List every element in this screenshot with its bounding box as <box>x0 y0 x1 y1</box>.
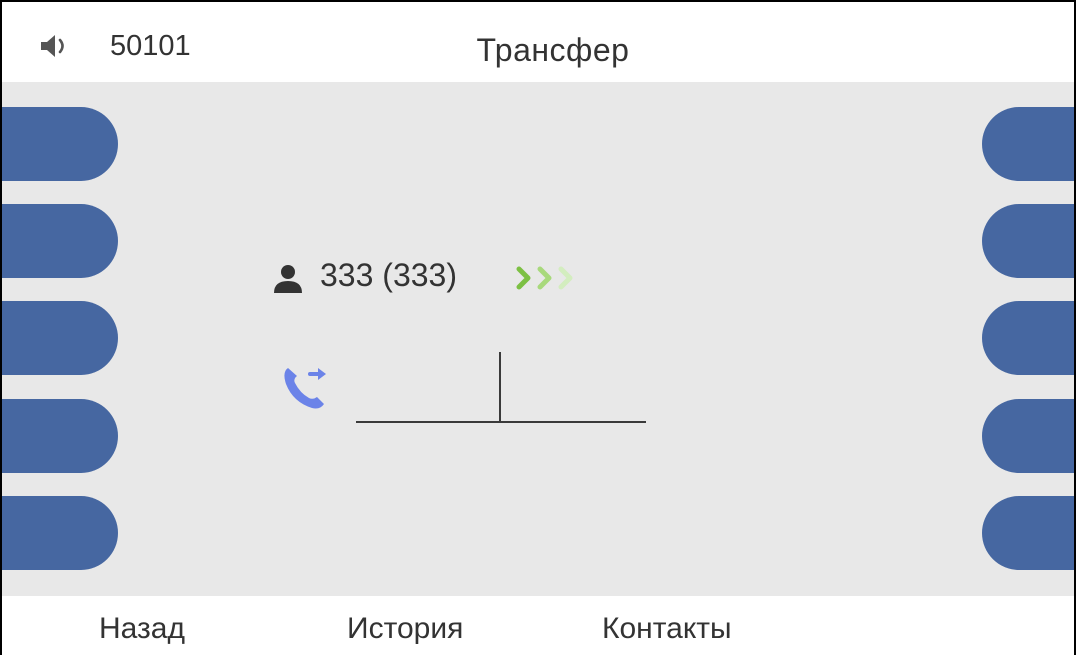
line-key-left-2[interactable] <box>2 204 118 278</box>
back-softkey[interactable]: Назад <box>99 612 185 646</box>
page-title: Трансфер <box>476 32 630 68</box>
line-key-left-1[interactable] <box>2 107 118 181</box>
line-key-right-4[interactable] <box>982 399 1074 473</box>
call-transfer-icon <box>284 368 326 409</box>
line-key-left-5[interactable] <box>2 496 118 570</box>
line-key-left-3[interactable] <box>2 301 118 375</box>
contact-name: 333 (333) <box>320 257 457 293</box>
status-bar: 50101 Трансфер <box>2 2 1074 82</box>
main-area: 333 (333) <box>2 82 1074 596</box>
softkey-bar: Назад История Контакты <box>2 596 1074 655</box>
contacts-softkey[interactable]: Контакты <box>602 612 732 646</box>
line-key-right-3[interactable] <box>982 301 1074 375</box>
history-softkey[interactable]: История <box>347 612 463 646</box>
transfer-number-input[interactable] <box>356 421 646 423</box>
line-key-right-5[interactable] <box>982 496 1074 570</box>
line-key-right-1[interactable] <box>982 107 1074 181</box>
person-icon <box>274 265 302 293</box>
line-key-left-4[interactable] <box>2 399 118 473</box>
ringing-arrows-icon <box>516 266 573 290</box>
text-cursor <box>499 352 501 422</box>
line-key-right-2[interactable] <box>982 204 1074 278</box>
